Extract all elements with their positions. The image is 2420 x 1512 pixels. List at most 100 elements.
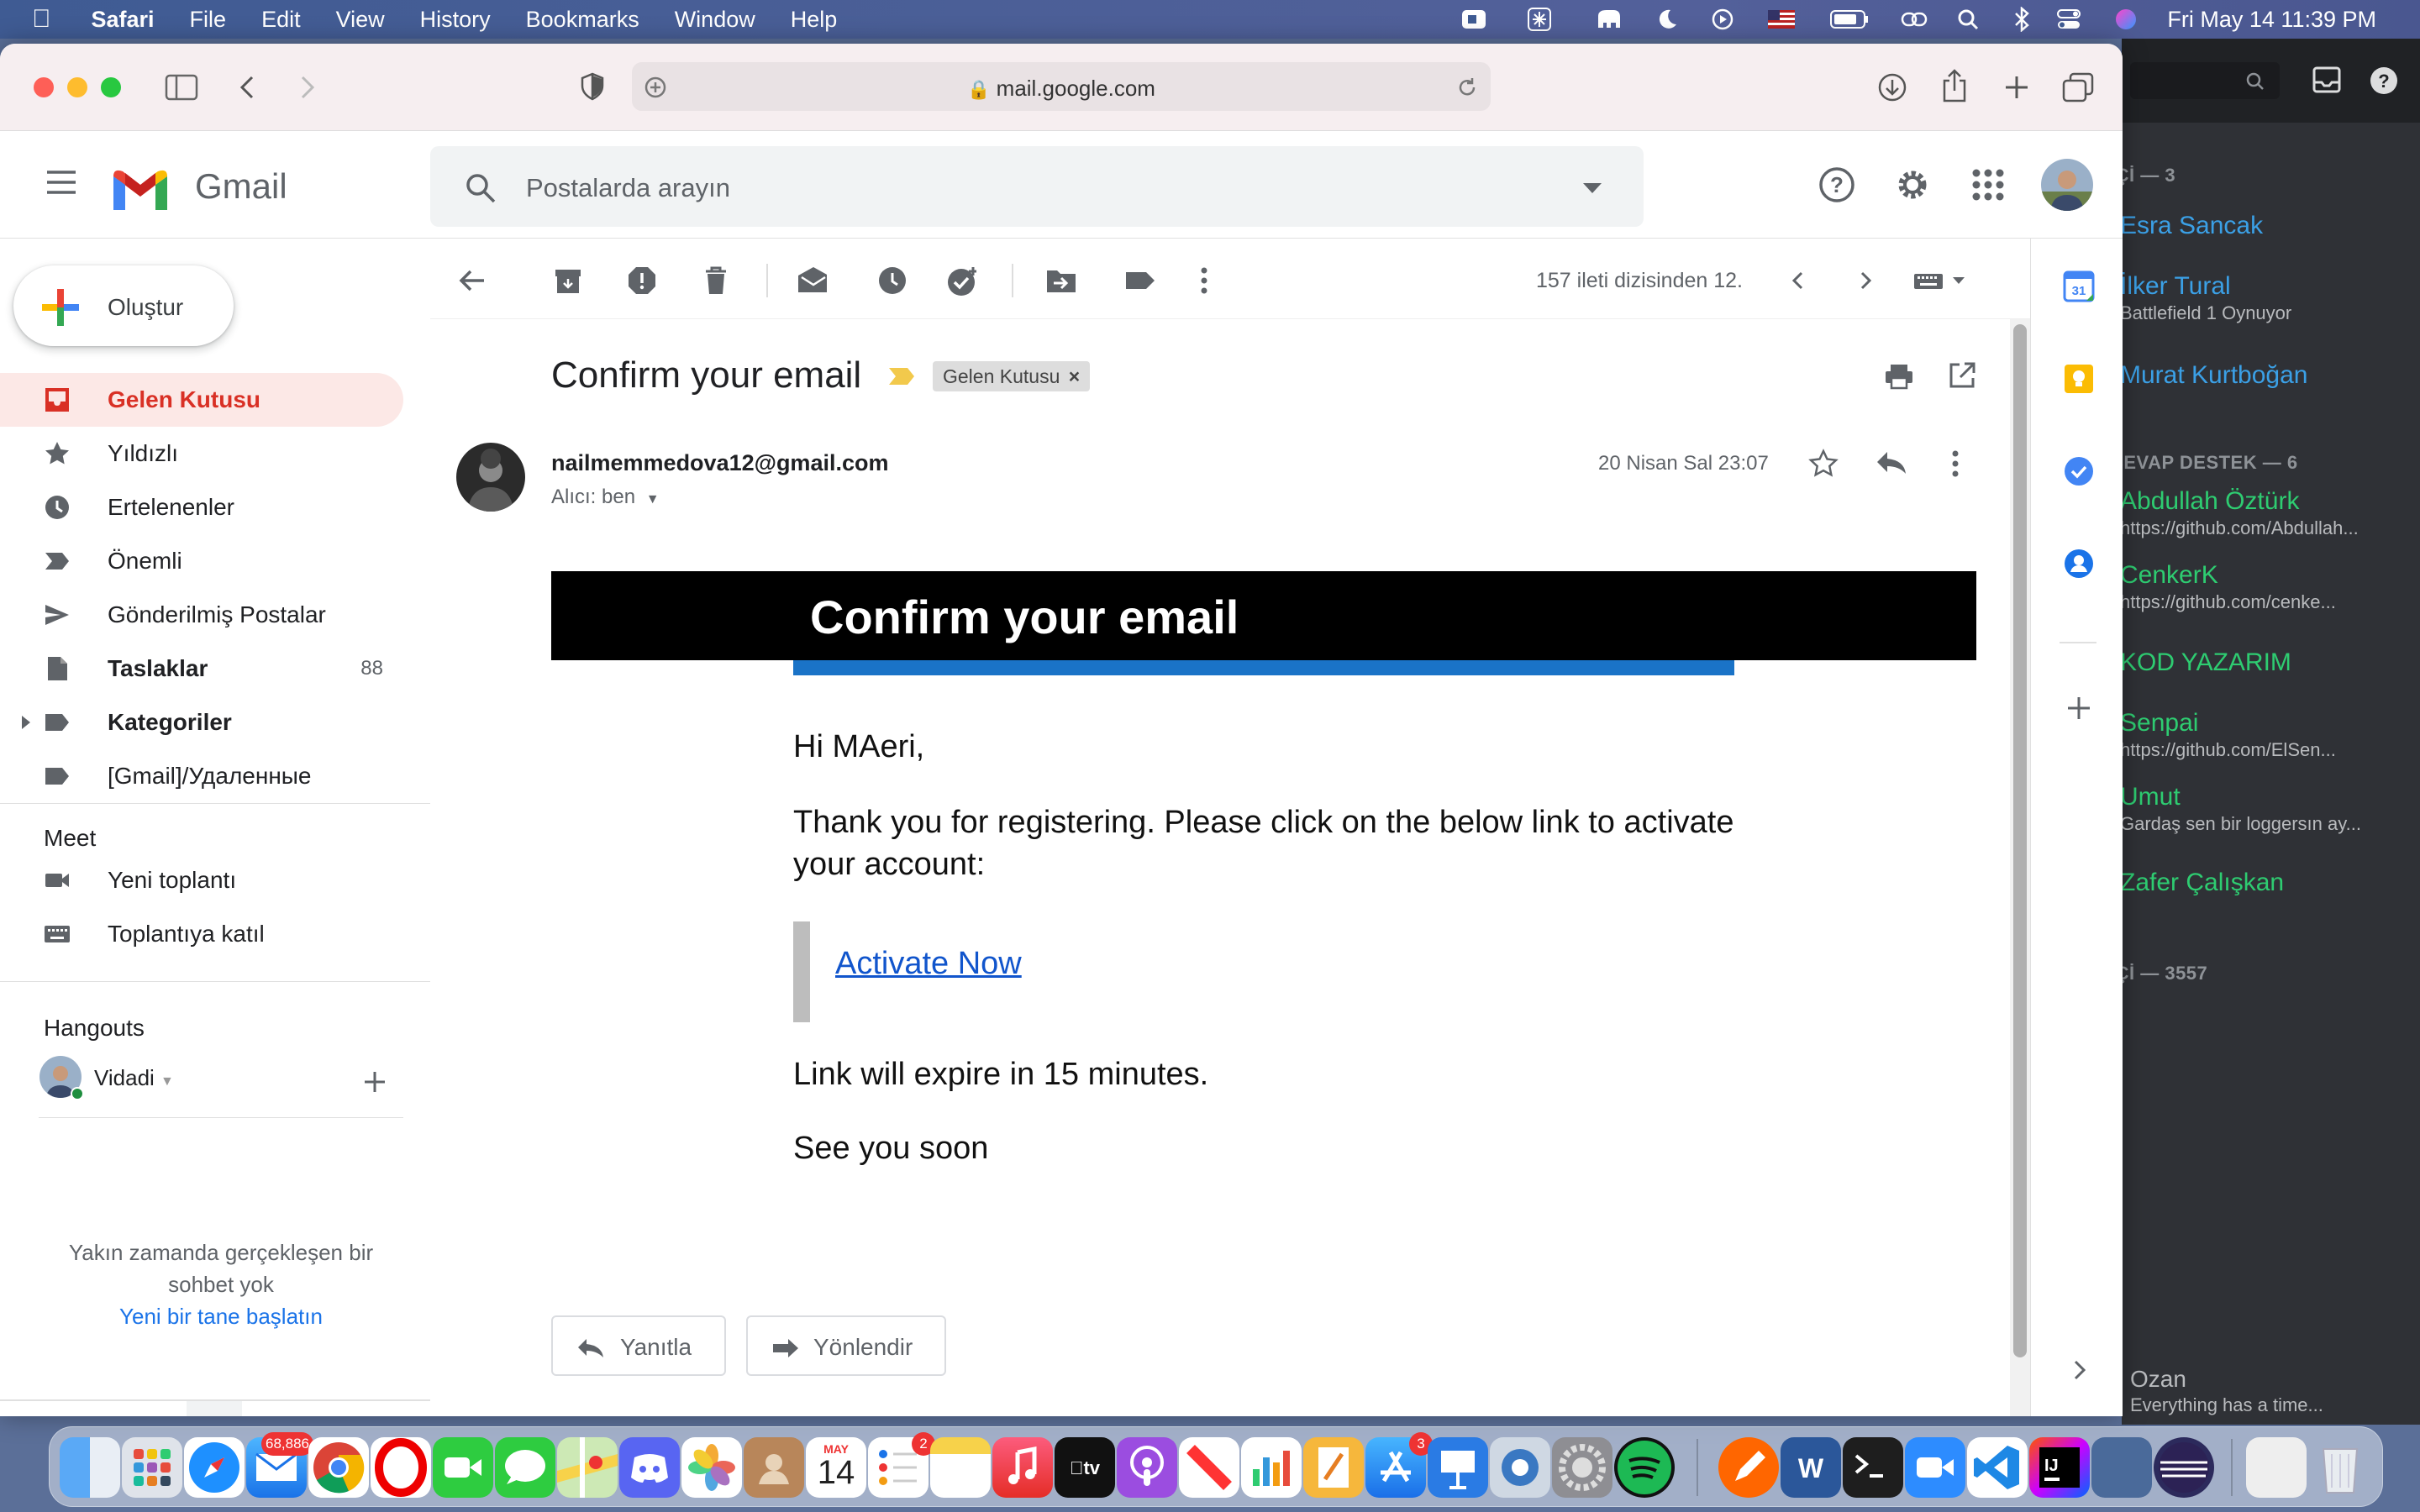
back-to-inbox-icon[interactable] [457,265,487,296]
system-preferences-icon[interactable] [1552,1437,1612,1498]
inbox-label-chip[interactable]: Gelen Kutusu × [933,361,1091,391]
newer-email-icon[interactable] [1790,265,1820,296]
add-chat-icon[interactable] [363,1070,387,1094]
nav-important[interactable]: Önemli [0,534,403,588]
nav-categories[interactable]: Kategoriler [0,696,403,749]
star-icon[interactable] [1808,449,1839,479]
help-icon[interactable]: ? [2369,66,2399,96]
mail-app-icon[interactable]: 68,886 [246,1432,313,1498]
reload-icon[interactable] [1455,76,1479,99]
reply-button[interactable]: Yanıtla [551,1315,726,1376]
numbers-icon[interactable] [1241,1437,1302,1498]
safari-app-icon[interactable] [184,1437,245,1498]
intellij-icon[interactable]: IJ [2029,1437,2090,1498]
photos-icon[interactable] [681,1437,742,1498]
email-scrollbar[interactable] [2010,319,2030,1416]
search-input[interactable]: Postalarda arayın [526,173,730,203]
terminal-icon[interactable] [1843,1437,1903,1498]
hangouts-user-avatar[interactable] [39,1055,84,1100]
forward-icon[interactable] [299,74,316,101]
search-icon[interactable] [464,171,497,205]
news-icon[interactable] [1179,1437,1239,1498]
menu-view[interactable]: View [336,7,385,33]
pencil-app-icon[interactable] [1718,1437,1779,1498]
discord-member[interactable]: Zafer Çalışkan [2122,869,2284,897]
settings-gear-icon[interactable] [1894,166,1931,203]
search-bar[interactable]: Postalarda arayın [430,146,1644,227]
recipient-details-icon[interactable]: ▼ [646,492,660,507]
discord-member[interactable]: Senpai https://github.com/ElSen... [2122,709,2336,761]
siri-icon[interactable] [2112,7,2139,32]
discord-search[interactable] [2130,62,2280,99]
discord-member[interactable]: KOD YAZARIM [2122,648,2291,677]
bluetooth-icon[interactable] [2008,7,2035,32]
nav-snoozed[interactable]: Ertelenenler [0,480,403,534]
calendar-app-icon[interactable]: MAY 14 [806,1437,866,1498]
apple-menu-icon[interactable]:  [32,5,51,34]
importance-marker-icon[interactable] [887,366,916,386]
sender-avatar[interactable] [455,442,526,512]
downloads-icon[interactable] [1877,72,1907,102]
menu-file[interactable]: File [190,7,227,33]
privacy-shield-icon[interactable] [580,72,605,101]
notes-icon[interactable] [930,1437,991,1498]
discord-member[interactable]: Esra Sancak [2122,212,2263,240]
eclipse-icon[interactable] [2154,1437,2214,1498]
sender-email[interactable]: nailmemmedova12@gmail.com [551,450,888,476]
remove-label-icon[interactable]: × [1069,365,1080,387]
discord-member[interactable]: CenkerK https://github.com/cenke... [2122,561,2336,613]
music-icon[interactable] [992,1437,1053,1498]
vscode-icon[interactable] [1967,1437,2028,1498]
chrome-icon[interactable] [308,1437,369,1498]
close-window-button[interactable] [34,77,54,97]
meet-join-meeting[interactable]: Toplantıya katıl [0,907,403,961]
move-to-icon[interactable] [1045,265,1076,296]
spotify-icon[interactable] [1614,1437,1675,1498]
nav-deleted[interactable]: [Gmail]/Удаленные [0,749,403,803]
tasks-icon[interactable] [2063,455,2095,487]
link-status-icon[interactable] [1901,7,1928,32]
share-icon[interactable] [1941,69,1968,102]
gmail-logo-text[interactable]: Gmail [195,166,287,207]
zoom-window-button[interactable] [101,77,121,97]
main-menu-icon[interactable] [45,170,77,195]
hide-panel-chevron-icon[interactable] [2073,1359,2086,1381]
play-status-icon[interactable] [1709,7,1736,32]
apple-tv-icon[interactable]: tv [1055,1437,1115,1498]
facetime-icon[interactable] [433,1437,493,1498]
snooze-clock-icon[interactable] [877,265,908,296]
us-flag-icon[interactable] [1768,7,1795,32]
discord-member[interactable]: Abdullah Öztürk https://github.com/Abdull… [2122,487,2359,539]
discord-member[interactable]: İlker Tural Battlefield 1 Oynuyor [2122,272,2291,324]
sidebar-toggle-icon[interactable] [165,74,198,101]
print-icon[interactable] [1884,363,1914,390]
zoom-app-icon[interactable] [1905,1437,1965,1498]
spotlight-icon[interactable] [1954,7,1981,32]
calendar-icon[interactable]: 31 [2063,270,2095,302]
new-tab-icon[interactable] [2003,74,2030,101]
discord-member[interactable]: Ozan Everything has a time... [2130,1366,2323,1416]
apps-grid-icon[interactable] [1971,168,2005,202]
meet-new-meeting[interactable]: Yeni toplantı [0,853,403,907]
search-options-icon[interactable] [1583,183,1602,193]
account-avatar[interactable] [2040,158,2094,212]
menu-window[interactable]: Window [675,7,755,33]
chevron-down-icon[interactable]: ▼ [160,1074,174,1089]
keep-icon[interactable] [2063,363,2095,395]
menu-app-name[interactable]: Safari [92,7,155,33]
nav-starred[interactable]: Yıldızlı [0,427,403,480]
back-icon[interactable] [239,74,255,101]
discord-member[interactable]: Umut Gardaş sen bir loggersın ay... [2122,783,2361,835]
menu-history[interactable]: History [420,7,491,33]
reminders-icon[interactable]: 2 [868,1432,935,1498]
hangouts-user-name[interactable]: Vidadi ▼ [94,1065,174,1091]
menu-help[interactable]: Help [791,7,838,33]
gmail-logo-icon[interactable] [109,165,171,212]
url-text[interactable]: 🔒 mail.google.com [632,76,1491,102]
label-icon[interactable] [1124,265,1155,296]
reply-icon[interactable] [1876,450,1907,475]
address-bar[interactable]: 🔒 mail.google.com [632,62,1491,111]
scrollbar-thumb[interactable] [2013,324,2027,1357]
nav-sent[interactable]: Gönderilmiş Postalar [0,588,403,642]
battery-icon[interactable] [1830,7,1869,32]
